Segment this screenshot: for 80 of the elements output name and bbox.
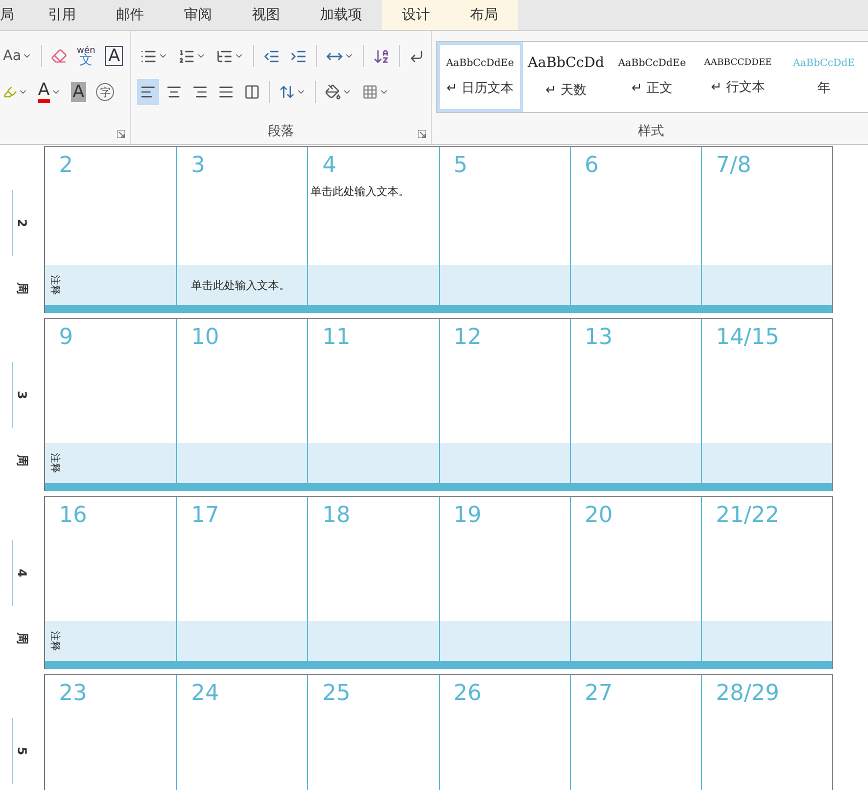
style-name: ↵ 日历文本 (446, 80, 514, 96)
align-button[interactable] (137, 79, 159, 105)
style-preview: AABBCCDDEE (704, 58, 772, 68)
week-number: 4 (15, 568, 29, 578)
eraser-icon (50, 48, 67, 64)
group-label: 样式 (638, 123, 664, 141)
dialog-launcher-icon[interactable] (418, 130, 426, 138)
style-item[interactable]: AaBbCcDdE 年 (781, 42, 867, 112)
day-number: 2 (59, 153, 73, 178)
day-number: 3 (191, 153, 206, 178)
style-item[interactable]: AaBbCcDdEe ↵ 正文 (609, 42, 695, 112)
style-name: 年 (818, 80, 830, 96)
day-number: 28/29 (716, 681, 780, 706)
return-arrow-icon (409, 48, 424, 64)
line-spacing-icon (279, 84, 295, 100)
day-number: 21/22 (716, 503, 780, 528)
day-number: 9 (59, 325, 73, 350)
day-number: 13 (584, 325, 613, 350)
day-number: 26 (454, 681, 482, 706)
font-color-button[interactable]: A (35, 79, 64, 105)
day-number: 14/15 (716, 325, 780, 350)
highlighter-icon (3, 85, 17, 99)
note-label: 注释 (48, 275, 62, 295)
day-number: 12 (454, 325, 482, 350)
week-label: 周 (14, 454, 30, 466)
week-number: 5 (15, 746, 29, 756)
numbered-list-icon (178, 48, 195, 64)
week-number: 3 (15, 390, 29, 400)
note-label: 注释 (48, 453, 62, 473)
ribbon-tab[interactable]: 邮件 (96, 0, 164, 30)
change-case-button[interactable]: Aa (0, 43, 36, 69)
style-item[interactable]: AaBbCcDdEe ↵ 日历文本 (437, 42, 523, 112)
day-number: 7/8 (716, 153, 752, 178)
align-icon (218, 84, 234, 100)
dialog-launcher-icon[interactable] (117, 130, 125, 138)
day-number: 19 (454, 503, 482, 528)
note-label: 注释 (48, 631, 62, 651)
day-number: 10 (191, 325, 220, 350)
ribbon-tab[interactable]: 引用 (28, 0, 96, 30)
day-number: 18 (322, 503, 350, 528)
text-placeholder[interactable]: 单击此处输入文本。 (310, 184, 438, 199)
day-number: 24 (191, 681, 220, 706)
align-icon (244, 84, 260, 100)
style-name: ↵ 正文 (631, 80, 673, 96)
day-number: 20 (584, 503, 613, 528)
ribbon-tab[interactable]: 局 (0, 0, 28, 30)
style-item[interactable]: AaBbCcDd ↵ 天数 (523, 42, 609, 112)
style-item[interactable]: AABBCCDDEE ↵ 行文本 (695, 42, 781, 112)
borders-icon (362, 84, 378, 100)
paint-bucket-icon (325, 84, 341, 100)
align-icon (192, 84, 208, 100)
week-number: 2 (15, 218, 29, 228)
day-number: 6 (584, 153, 599, 178)
week-label: 周 (14, 632, 30, 644)
style-preview: AaBbCcDdEe (618, 58, 686, 68)
day-number: 27 (584, 681, 613, 706)
text-placeholder[interactable]: 单击此处输入文本。 (191, 278, 290, 292)
day-number: 16 (59, 503, 87, 528)
day-number: 17 (191, 503, 220, 528)
style-preview: AaBbCcDd (528, 55, 604, 71)
align-icon (166, 84, 182, 100)
day-number: 5 (454, 153, 468, 178)
style-preview: AaBbCcDdEe (446, 58, 514, 68)
ribbon-tab[interactable]: 设计 (382, 0, 450, 30)
day-number: 23 (59, 681, 87, 706)
week-label: 周 (14, 282, 30, 294)
group-label: 段落 (268, 123, 294, 141)
sort-icon (373, 48, 390, 64)
day-number: 11 (322, 325, 350, 350)
style-name: ↵ 天数 (545, 82, 587, 99)
ribbon-tab[interactable]: 审阅 (164, 0, 232, 30)
ribbon-tab[interactable]: 加载项 (300, 0, 382, 30)
style-preview: AaBbCcDdE (793, 58, 855, 68)
phonetic-guide-button[interactable]: wén 文 (74, 43, 98, 69)
style-name: ↵ 行文本 (710, 79, 766, 96)
align-icon (140, 84, 156, 100)
ribbon-tab[interactable]: 布局 (450, 0, 518, 30)
day-number: 25 (322, 681, 350, 706)
ribbon-tab[interactable]: 视图 (232, 0, 300, 30)
day-number: 4 (322, 153, 336, 178)
